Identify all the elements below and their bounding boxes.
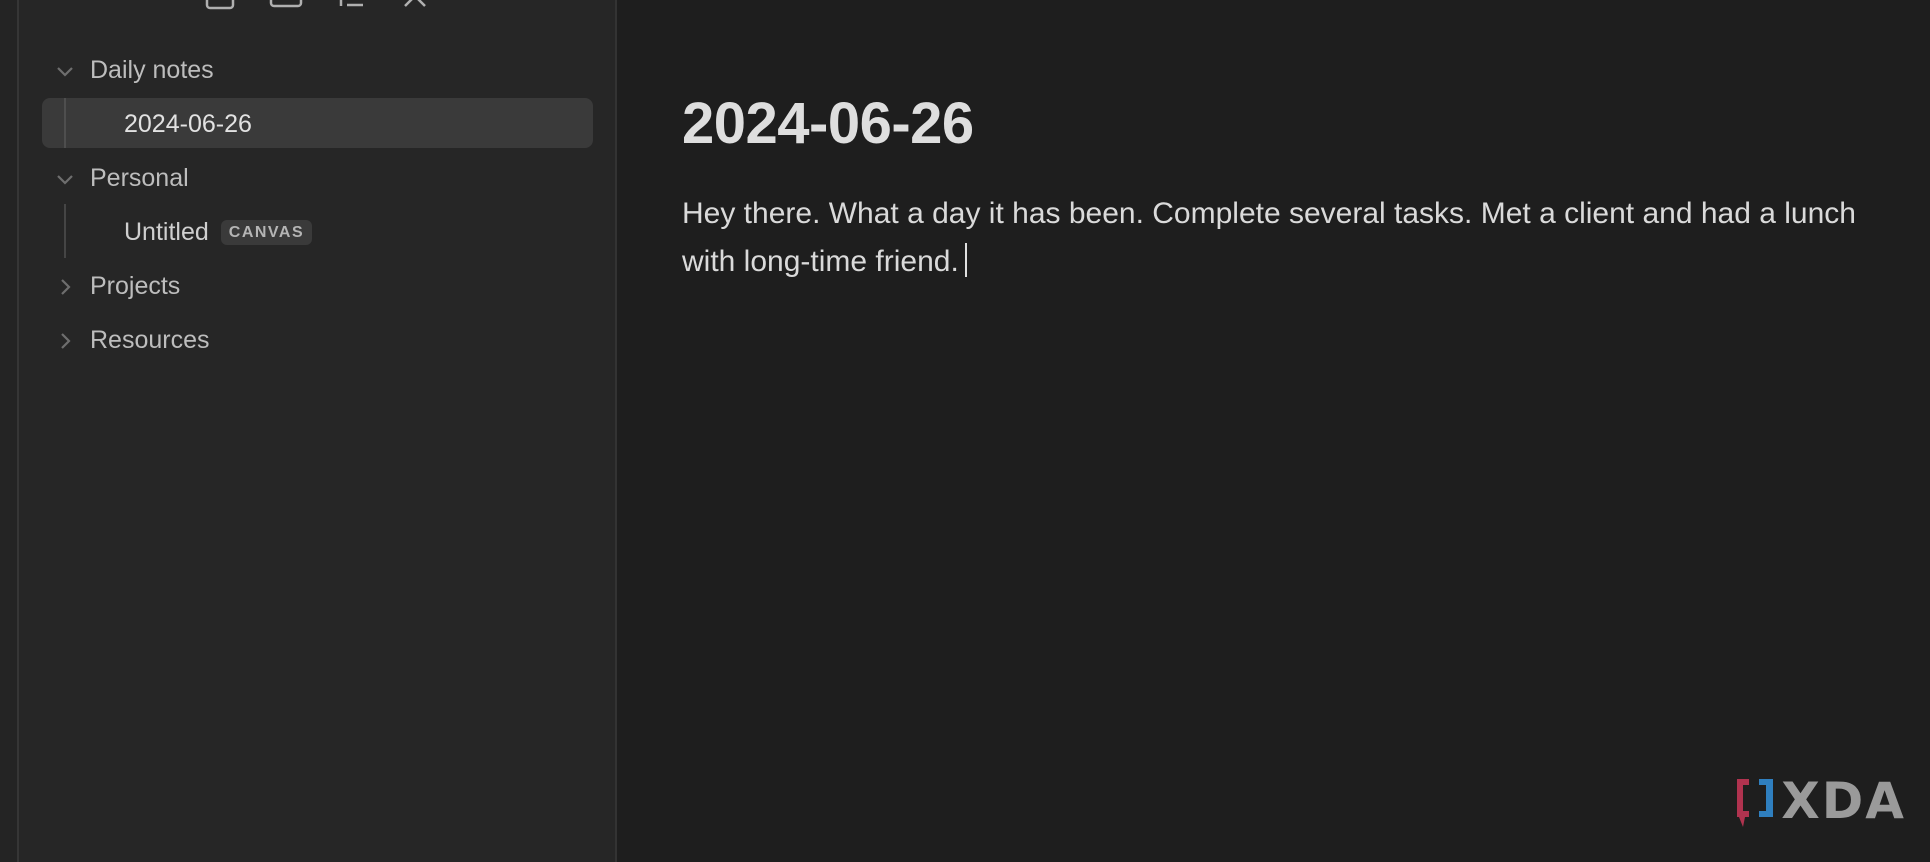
folder-label: Personal bbox=[90, 164, 189, 192]
file-explorer-sidebar: Daily notes 2024-06-26 Personal Untitled… bbox=[19, 0, 617, 862]
file-tree: Daily notes 2024-06-26 Personal Untitled… bbox=[19, 42, 615, 366]
note-body[interactable]: Hey there. What a day it has been. Compl… bbox=[682, 190, 1882, 286]
chevron-down-icon[interactable] bbox=[55, 59, 75, 79]
chevron-right-icon[interactable] bbox=[55, 329, 75, 349]
note-label: 2024-06-26 bbox=[124, 110, 252, 138]
collapse-all-icon[interactable] bbox=[401, 0, 429, 10]
left-ribbon bbox=[0, 0, 19, 862]
text-cursor bbox=[964, 243, 967, 277]
chevron-right-icon[interactable] bbox=[55, 275, 75, 295]
canvas-untitled[interactable]: Untitled CANVAS bbox=[19, 204, 615, 258]
xda-watermark: XDA bbox=[1733, 772, 1906, 830]
folder-label: Resources bbox=[90, 326, 210, 354]
note-body-text: Hey there. What a day it has been. Compl… bbox=[682, 197, 1856, 278]
xda-logo-icon bbox=[1737, 779, 1774, 827]
canvas-label: Untitled CANVAS bbox=[124, 218, 313, 247]
folder-projects[interactable]: Projects bbox=[19, 258, 615, 312]
canvas-badge: CANVAS bbox=[220, 220, 313, 245]
folder-label: Projects bbox=[90, 272, 181, 300]
new-note-icon[interactable] bbox=[205, 0, 235, 10]
indent-guide bbox=[64, 98, 66, 148]
canvas-name: Untitled bbox=[124, 218, 209, 246]
sort-icon[interactable] bbox=[337, 0, 367, 10]
note-2024-06-26[interactable]: 2024-06-26 bbox=[42, 98, 593, 148]
sidebar-toolbar bbox=[19, 0, 615, 10]
chevron-down-icon[interactable] bbox=[55, 167, 75, 187]
folder-resources[interactable]: Resources bbox=[19, 312, 615, 366]
folder-personal[interactable]: Personal bbox=[19, 150, 615, 204]
note-title[interactable]: 2024-06-26 bbox=[682, 90, 974, 157]
new-folder-icon[interactable] bbox=[269, 0, 303, 10]
folder-daily-notes[interactable]: Daily notes bbox=[19, 42, 615, 96]
xda-wordmark: XDA bbox=[1781, 772, 1906, 830]
folder-label: Daily notes bbox=[90, 56, 214, 84]
indent-guide bbox=[64, 204, 66, 258]
editor-pane[interactable]: 2024-06-26 Hey there. What a day it has … bbox=[617, 0, 1930, 862]
